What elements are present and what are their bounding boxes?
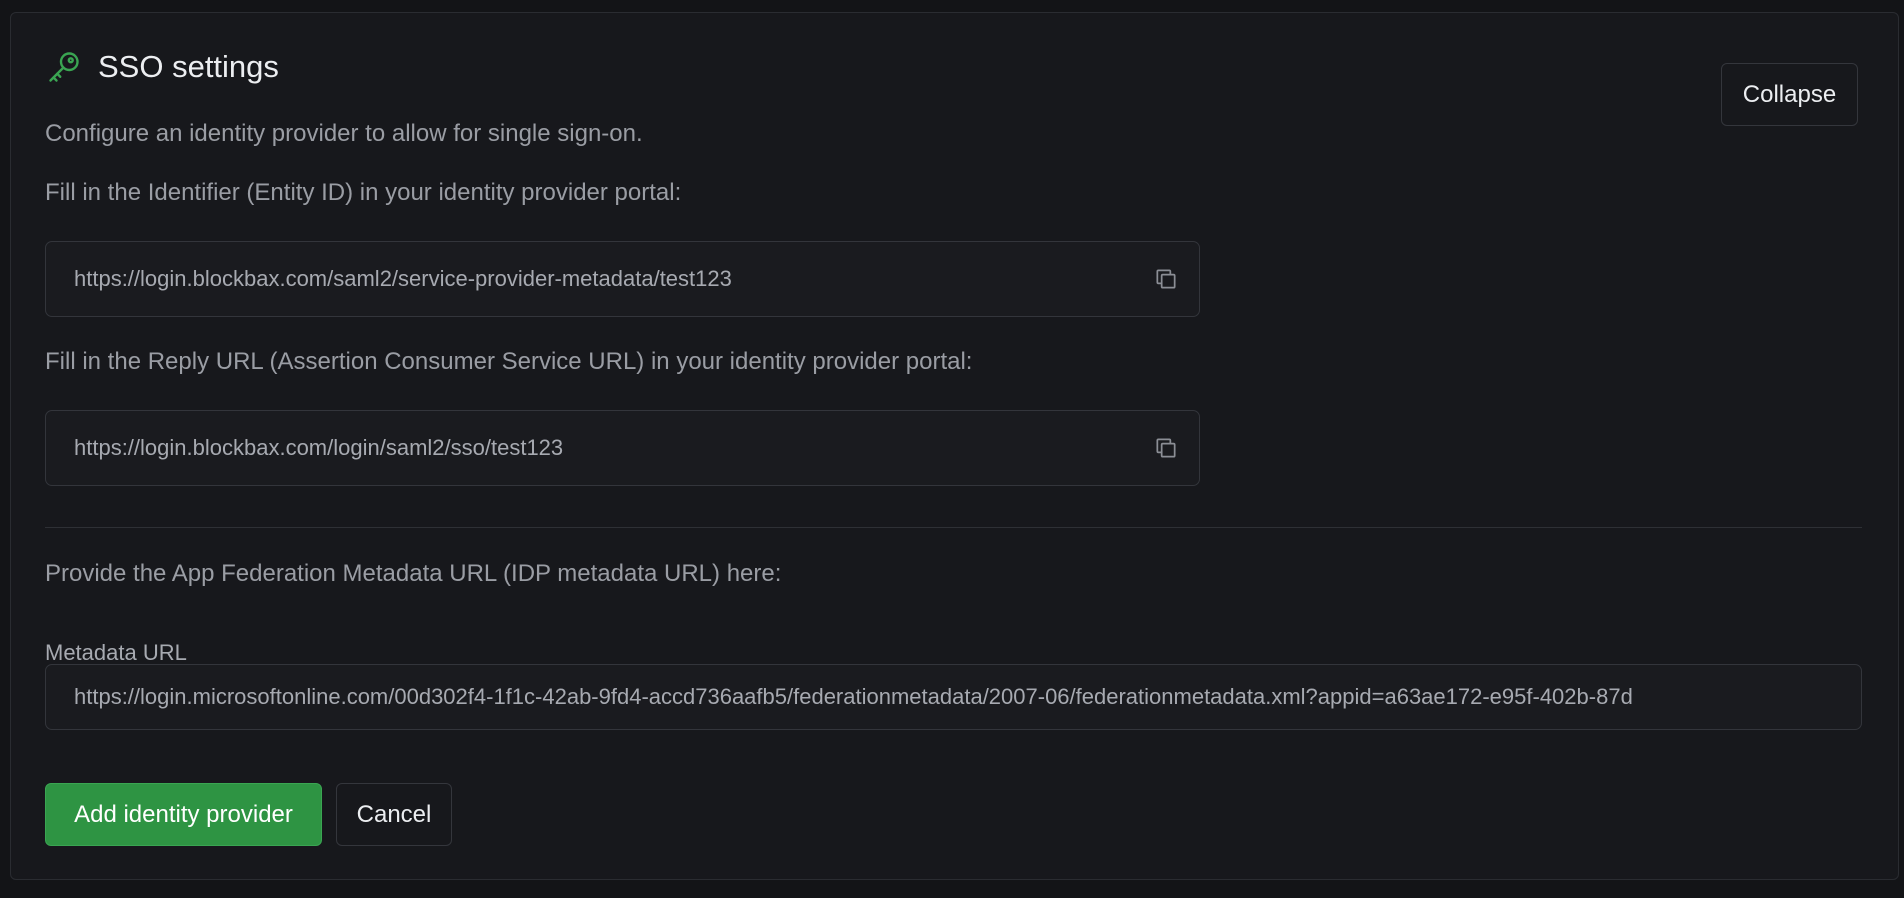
cancel-button[interactable]: Cancel xyxy=(336,783,452,846)
entity-id-value[interactable]: https://login.blockbax.com/saml2/service… xyxy=(74,266,1153,292)
entity-id-instruction: Fill in the Identifier (Entity ID) in yo… xyxy=(45,179,682,206)
sso-settings-panel: SSO settings Configure an identity provi… xyxy=(10,12,1899,880)
metadata-url-label: Metadata URL xyxy=(45,640,187,665)
copy-icon[interactable] xyxy=(1153,435,1179,461)
metadata-url-input[interactable] xyxy=(45,664,1862,730)
section-divider xyxy=(45,527,1862,528)
reply-url-value[interactable]: https://login.blockbax.com/login/saml2/s… xyxy=(74,435,1153,461)
panel-header: SSO settings xyxy=(46,49,279,85)
entity-id-field[interactable]: https://login.blockbax.com/saml2/service… xyxy=(45,241,1200,317)
copy-icon[interactable] xyxy=(1153,266,1179,292)
reply-url-instruction: Fill in the Reply URL (Assertion Consume… xyxy=(45,348,973,375)
metadata-instruction: Provide the App Federation Metadata URL … xyxy=(45,560,782,587)
add-identity-provider-button[interactable]: Add identity provider xyxy=(45,783,322,846)
reply-url-field[interactable]: https://login.blockbax.com/login/saml2/s… xyxy=(45,410,1200,486)
page-title: SSO settings xyxy=(98,49,279,84)
page-description: Configure an identity provider to allow … xyxy=(45,120,643,147)
key-icon xyxy=(46,49,82,85)
collapse-button[interactable]: Collapse xyxy=(1721,63,1858,126)
